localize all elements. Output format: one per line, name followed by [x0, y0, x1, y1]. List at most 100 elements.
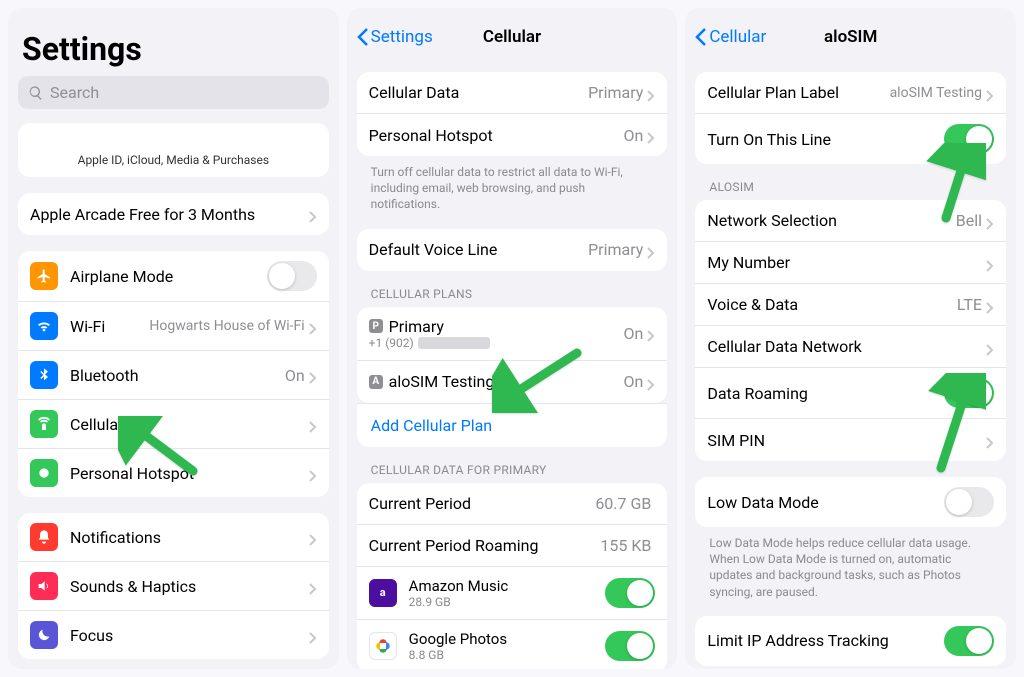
default-voice-value: Primary — [588, 240, 643, 259]
plan-primary-row[interactable]: P Primary +1 (902) On — [357, 307, 668, 361]
speaker-icon — [30, 572, 58, 600]
cellular-plans-header: CELLULAR PLANS — [371, 287, 668, 301]
chevron-left-icon — [357, 28, 369, 46]
back-button[interactable]: Cellular — [695, 27, 766, 47]
focus-row[interactable]: Focus — [18, 611, 329, 659]
app-google-row[interactable]: Google Photos 8.8 GB — [357, 620, 668, 669]
chevron-right-icon — [309, 580, 317, 592]
back-label: Cellular — [709, 27, 766, 47]
nav-title: aloSIM — [824, 27, 877, 47]
personal-hotspot-row[interactable]: Personal Hotspot On — [357, 114, 668, 156]
bluetooth-label: Bluetooth — [70, 366, 139, 385]
sim-pin-row[interactable]: SIM PIN — [695, 419, 1006, 461]
plan-primary-value: On — [624, 324, 644, 343]
navbar: Cellular aloSIM — [695, 20, 1006, 54]
turn-on-label: Turn On This Line — [707, 130, 831, 149]
turn-on-line-toggle[interactable] — [944, 124, 994, 154]
plan-label-row[interactable]: Cellular Plan Label aloSIM Testing — [695, 72, 1006, 114]
add-cellular-plan-link[interactable]: Add Cellular Plan — [357, 403, 668, 447]
chevron-right-icon — [986, 434, 994, 446]
default-voice-row[interactable]: Default Voice Line Primary — [357, 229, 668, 271]
cellular-icon — [30, 410, 58, 438]
voice-data-row[interactable]: Voice & Data LTE — [695, 284, 1006, 326]
cellular-data-value: Primary — [588, 83, 643, 102]
hotspot-icon — [30, 459, 58, 487]
turn-on-line-row[interactable]: Turn On This Line — [695, 114, 1006, 164]
network-selection-label: Network Selection — [707, 211, 837, 230]
chevron-right-icon — [309, 629, 317, 641]
sounds-row[interactable]: Sounds & Haptics — [18, 562, 329, 611]
app-amazon-size: 28.9 GB — [409, 595, 606, 609]
network-selection-value: Bell — [956, 211, 982, 230]
app-google-toggle[interactable] — [605, 631, 655, 661]
cellular-data-label: Cellular Data — [369, 83, 460, 102]
chevron-right-icon — [309, 208, 317, 220]
limit-ip-row[interactable]: Limit IP Address Tracking — [695, 616, 1006, 666]
current-period-value: 60.7 GB — [595, 494, 651, 513]
airplane-label: Airplane Mode — [70, 267, 173, 286]
promo-row[interactable]: Apple Arcade Free for 3 Months — [18, 193, 329, 235]
chevron-right-icon — [309, 467, 317, 479]
low-data-mode-row[interactable]: Low Data Mode — [695, 477, 1006, 527]
personal-hotspot-value: On — [624, 126, 644, 145]
amazon-music-icon: a — [369, 579, 397, 607]
chevron-right-icon — [647, 327, 655, 339]
notifications-row[interactable]: Notifications — [18, 513, 329, 562]
apple-id-label: Apple ID, iCloud, Media & Purchases — [78, 153, 269, 167]
chevron-right-icon — [309, 418, 317, 430]
low-data-toggle[interactable] — [944, 487, 994, 517]
airplane-mode-row[interactable]: Airplane Mode — [18, 251, 329, 302]
hotspot-label: Personal Hotspot — [70, 464, 194, 483]
airplane-toggle[interactable] — [267, 261, 317, 291]
my-number-row[interactable]: My Number — [695, 242, 1006, 284]
sim-pin-label: SIM PIN — [707, 431, 765, 450]
data-roaming-row[interactable]: Data Roaming — [695, 368, 1006, 419]
wifi-icon — [30, 312, 58, 340]
plan-label-value: aloSIM Testing — [890, 85, 982, 101]
personal-hotspot-label: Personal Hotspot — [369, 126, 493, 145]
wifi-row[interactable]: Wi-Fi Hogwarts House of Wi-Fi — [18, 302, 329, 351]
network-selection-row[interactable]: Network Selection Bell — [695, 200, 1006, 242]
current-period-roaming-value: 155 KB — [600, 536, 651, 555]
voice-data-label: Voice & Data — [707, 295, 798, 314]
chevron-right-icon — [309, 320, 317, 332]
cellular-label: Cellular — [70, 415, 124, 434]
cellular-data-network-row[interactable]: Cellular Data Network — [695, 326, 1006, 368]
limit-ip-label: Limit IP Address Tracking — [707, 631, 888, 650]
cellular-data-row[interactable]: Cellular Data Primary — [357, 72, 668, 114]
hotspot-row[interactable]: Personal Hotspot — [18, 449, 329, 497]
current-period-row[interactable]: Current Period 60.7 GB — [357, 483, 668, 525]
page-title: Settings — [22, 30, 329, 68]
data-roaming-label: Data Roaming — [707, 384, 808, 403]
default-voice-label: Default Voice Line — [369, 240, 498, 259]
search-input[interactable]: Search — [18, 76, 329, 109]
cellular-row[interactable]: Cellular — [18, 400, 329, 449]
plan-primary-badge: P — [369, 319, 383, 333]
chevron-right-icon — [986, 299, 994, 311]
apple-id-card[interactable]: Apple ID, iCloud, Media & Purchases — [18, 123, 329, 177]
chevron-right-icon — [647, 129, 655, 141]
usage-header: CELLULAR DATA FOR PRIMARY — [371, 463, 668, 477]
alosim-screen: Cellular aloSIM Cellular Plan Label aloS… — [685, 8, 1016, 669]
back-button[interactable]: Settings — [357, 27, 433, 47]
chevron-right-icon — [309, 369, 317, 381]
chevron-right-icon — [986, 257, 994, 269]
app-amazon-toggle[interactable] — [605, 578, 655, 608]
current-period-label: Current Period — [369, 494, 471, 513]
plan-label-label: Cellular Plan Label — [707, 83, 839, 102]
my-number-label: My Number — [707, 253, 790, 272]
plan-alosim-row[interactable]: A aloSIM Testing On — [357, 361, 668, 403]
app-amazon-label: Amazon Music — [409, 577, 606, 595]
cellular-data-footer: Turn off cellular data to restrict all d… — [371, 164, 668, 213]
data-roaming-toggle[interactable] — [944, 378, 994, 408]
bluetooth-row[interactable]: Bluetooth On — [18, 351, 329, 400]
current-period-roaming-row[interactable]: Current Period Roaming 155 KB — [357, 525, 668, 567]
navbar: Settings Cellular — [357, 20, 668, 54]
wifi-label: Wi-Fi — [70, 317, 105, 336]
limit-ip-toggle[interactable] — [944, 626, 994, 656]
plan-primary-label: Primary — [389, 317, 444, 336]
nav-title: Cellular — [483, 27, 541, 47]
back-label: Settings — [371, 27, 433, 47]
app-amazon-row[interactable]: a Amazon Music 28.9 GB — [357, 567, 668, 620]
chevron-right-icon — [647, 244, 655, 256]
